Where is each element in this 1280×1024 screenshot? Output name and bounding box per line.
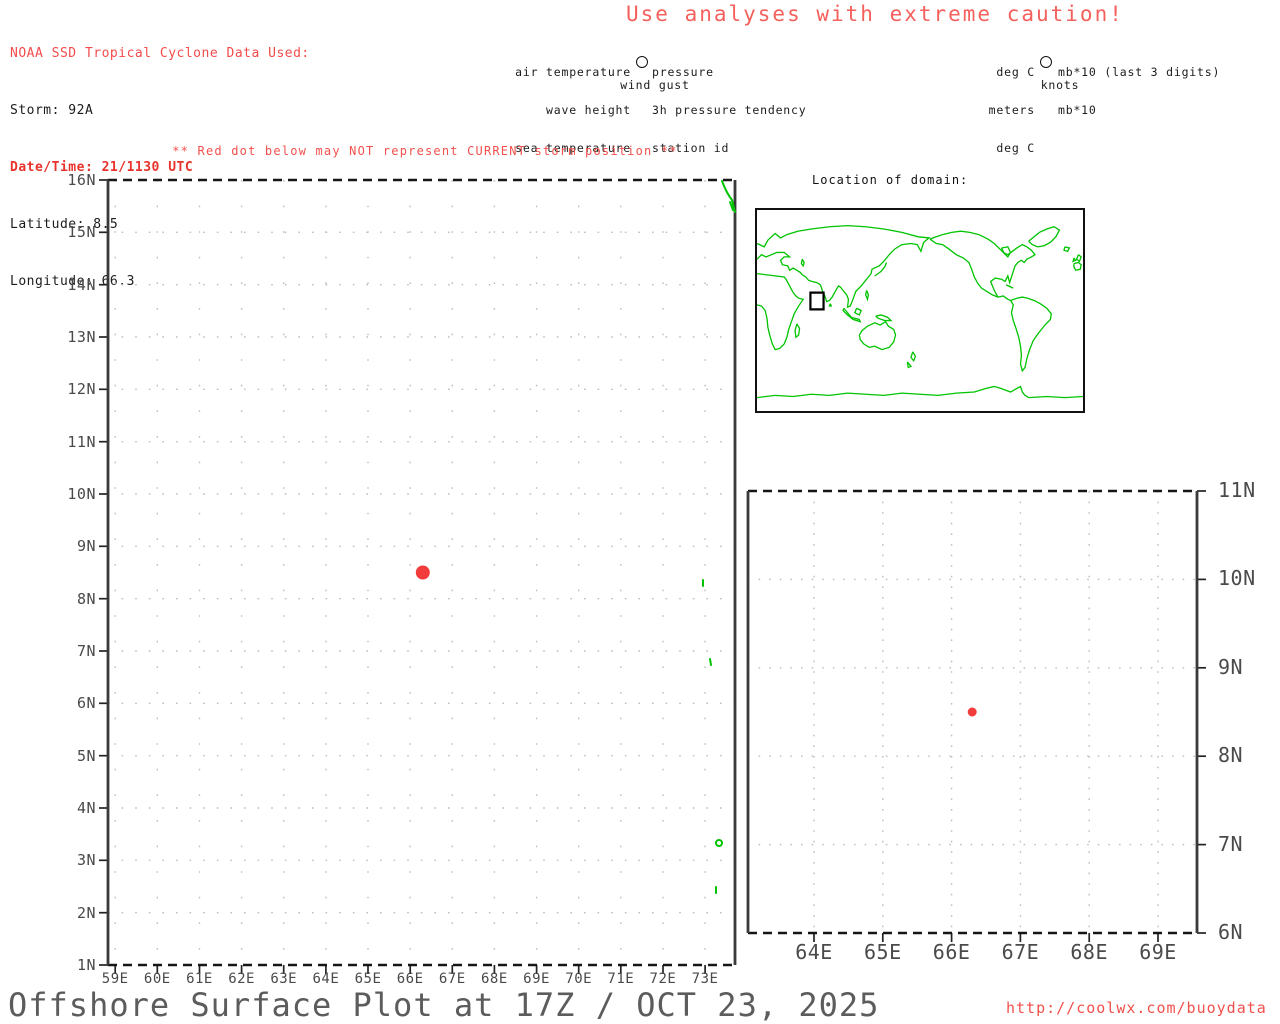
zoom-plot-y-tick-label: 7N <box>1218 831 1244 856</box>
main-plot-y-tick-label: 1N <box>76 955 96 974</box>
main-plot-y-tick-label: 6N <box>76 694 96 713</box>
main-plot-y-tick-label: 12N <box>67 380 96 399</box>
legend-pressure-tendency: 3h pressure tendency <box>652 102 807 117</box>
zoom-plot-y-tick-label: 10N <box>1218 566 1256 591</box>
main-plot-y-tick-label: 3N <box>76 851 96 870</box>
world-coastlines <box>757 226 1083 398</box>
zoom-plot-x-tick-label: 65E <box>863 940 902 964</box>
storm-position-warning: ** Red dot below may NOT represent CURRE… <box>172 144 678 158</box>
storm-position-dot <box>967 707 977 717</box>
unit-knots: knots <box>1040 78 1080 92</box>
units-legend-left-column: deg C meters deg C <box>940 41 1035 180</box>
main-plot-y-tick-label: 7N <box>76 641 96 660</box>
station-legend-right-column: pressure 3h pressure tendency station id <box>652 41 822 180</box>
zoom-plot-x-tick-label: 66E <box>932 940 971 964</box>
unit-mb10: mb*10 <box>1058 102 1097 117</box>
caution-headline: Use analyses with extreme caution! <box>626 2 1124 26</box>
main-plot-y-tick-label: 9N <box>76 537 96 556</box>
legend-pressure: pressure <box>652 65 714 80</box>
zoom-plot-x-tick-label: 67E <box>1001 940 1040 964</box>
main-plot-x-tick-label: 71E <box>607 971 635 987</box>
world-map <box>755 208 1085 413</box>
station-circle-icon <box>1040 56 1052 68</box>
main-plot-x-tick-label: 72E <box>649 971 677 987</box>
main-plot-y-tick-label: 14N <box>67 275 96 294</box>
main-plot-x-tick-label: 63E <box>270 971 298 987</box>
main-plot-x-tick-label: 64E <box>312 971 340 987</box>
main-plot-x-tick-label: 62E <box>228 971 255 987</box>
legend-wave-height: wave height <box>546 102 631 117</box>
noaa-data-line: NOAA SSD Tropical Cyclone Data Used: <box>10 46 310 61</box>
main-plot-y-tick-label: 2N <box>76 903 96 922</box>
main-plot <box>99 178 737 974</box>
main-plot-x-tick-label: 59E <box>101 971 129 987</box>
main-plot-y-tick-label: 15N <box>67 223 96 242</box>
main-plot-y-tick-label: 8N <box>76 589 96 608</box>
zoom-plot <box>746 489 1206 942</box>
main-plot-x-tick-label: 73E <box>691 971 719 987</box>
buoy-plot-page: NOAA SSD Tropical Cyclone Data Used: Sto… <box>0 0 1280 1024</box>
main-plot-x-tick-label: 68E <box>481 971 508 987</box>
zoom-plot-x-tick-label: 69E <box>1139 940 1177 964</box>
main-plot-y-tick-label: 5N <box>76 746 96 765</box>
zoom-plot-y-tick-label: 9N <box>1218 654 1244 679</box>
main-plot-y-tick-label: 10N <box>67 484 96 503</box>
main-plot-x-tick-label: 66E <box>396 971 424 987</box>
main-plot-y-tick-label: 16N <box>67 171 96 189</box>
zoom-plot-y-tick-label: 6N <box>1218 920 1244 944</box>
main-plot-x-tick-label: 69E <box>523 971 550 987</box>
main-plot-x-tick-label: 67E <box>438 971 466 987</box>
main-plot-x-tick-label: 61E <box>186 971 213 987</box>
storm-position-dot <box>415 565 430 580</box>
source-url[interactable]: http://coolwx.com/buoydata <box>1006 999 1267 1017</box>
zoom-plot-x-tick-label: 68E <box>1070 940 1108 964</box>
main-plot-x-tick-label: 70E <box>565 971 593 987</box>
zoom-plot-x-tick-label: 64E <box>795 940 833 964</box>
plot-title: Offshore Surface Plot at 17Z / OCT 23, 2… <box>8 986 880 1024</box>
station-circle-icon <box>636 56 648 68</box>
zoom-plot-y-tick-label: 8N <box>1218 743 1244 768</box>
legend-air-temperature: air temperature <box>515 65 631 80</box>
domain-map-title: Location of domain: <box>812 173 969 187</box>
station-legend-left-column: air temperature wave height sea temperat… <box>505 41 631 180</box>
legend-wind-gust: wind gust <box>620 78 690 92</box>
main-plot-y-tick-label: 4N <box>76 798 96 817</box>
india-coastline-fragment <box>702 180 736 894</box>
domain-location-box <box>810 293 823 310</box>
unit-deg-c-air: deg C <box>996 65 1035 80</box>
unit-deg-c-sea: deg C <box>996 140 1035 155</box>
unit-mb10-last3: mb*10 (last 3 digits) <box>1058 65 1221 80</box>
main-plot-x-tick-label: 60E <box>143 971 171 987</box>
zoom-plot-y-tick-label: 11N <box>1218 478 1256 502</box>
storm-id-line: Storm: 92A <box>10 103 94 118</box>
main-plot-y-tick-label: 11N <box>67 432 96 451</box>
island-outline <box>715 839 723 847</box>
main-plot-x-tick-label: 65E <box>354 971 382 987</box>
main-plot-y-tick-label: 13N <box>67 327 96 346</box>
unit-meters: meters <box>988 102 1035 117</box>
